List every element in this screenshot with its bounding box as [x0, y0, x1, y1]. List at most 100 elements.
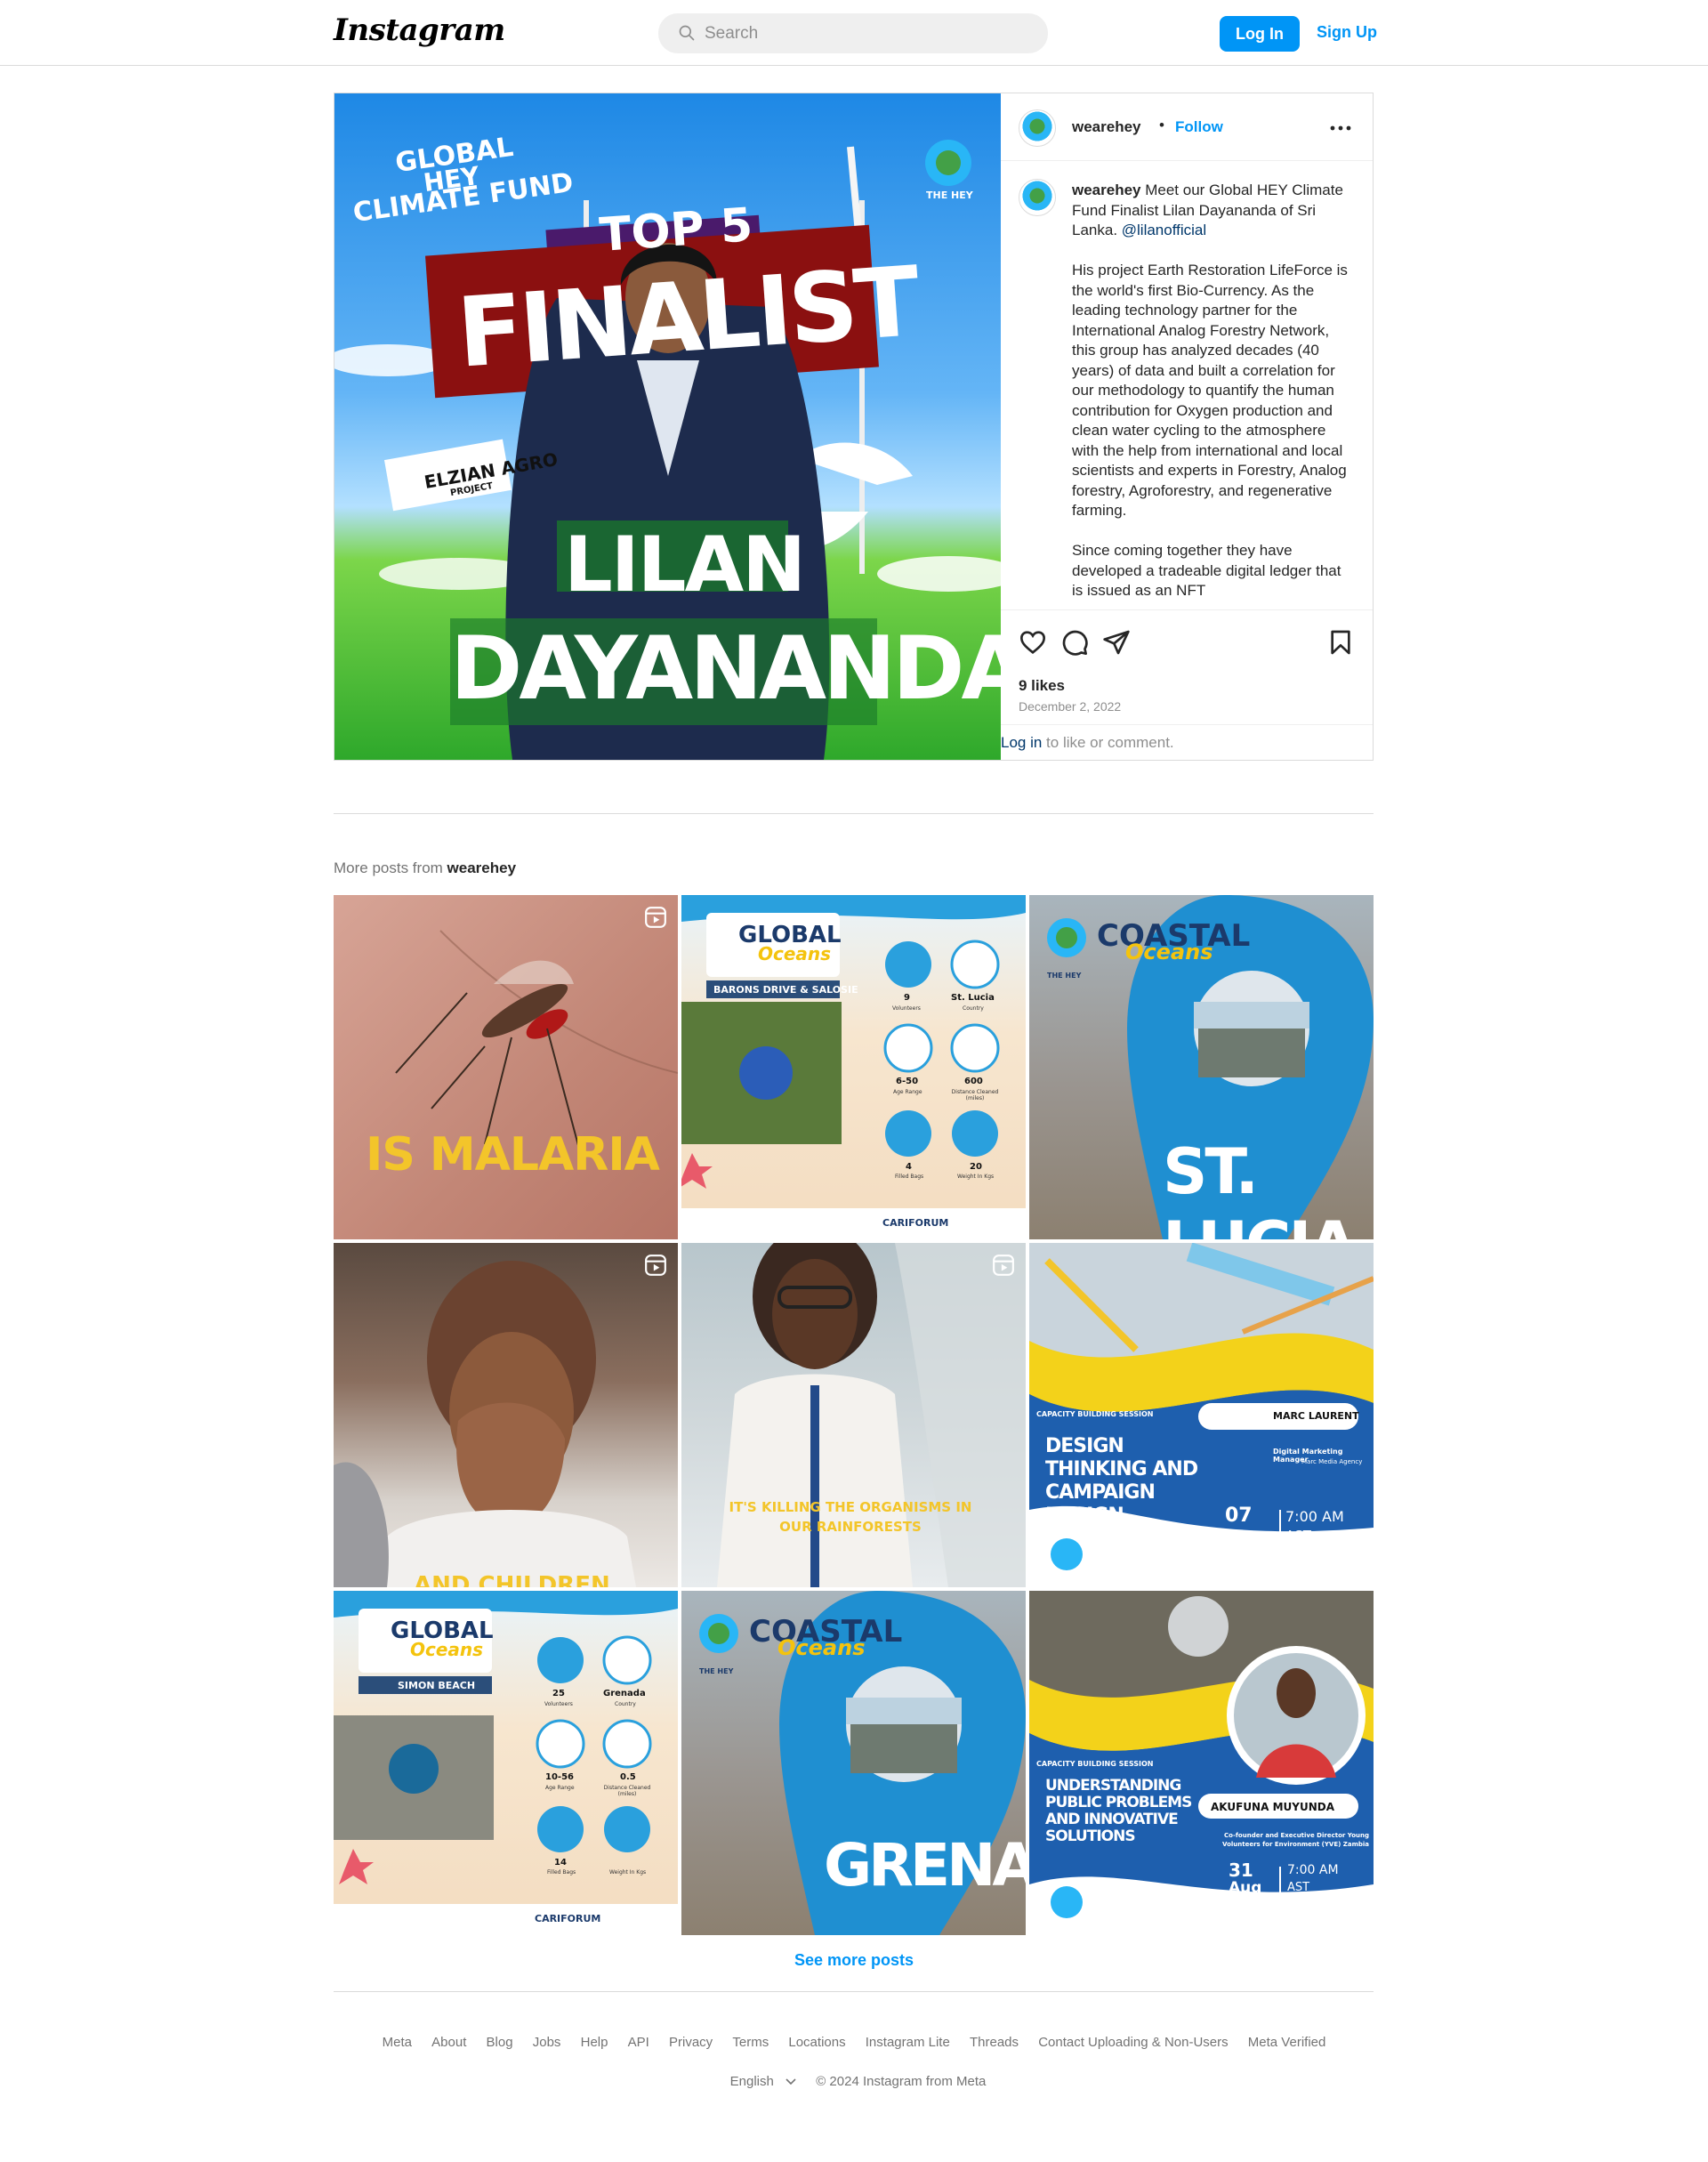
login-prompt-text: to like or comment. — [1042, 734, 1174, 751]
heart-icon[interactable] — [1019, 628, 1047, 657]
tile-place: GRENADA — [824, 1831, 1026, 1900]
more-posts-prefix: More posts from — [334, 859, 447, 876]
brand-label: THE HEY — [1047, 972, 1082, 980]
caption-section: wearehey Meet our Global HEY Climate Fun… — [1001, 161, 1373, 609]
footer-link[interactable]: Blog — [487, 2035, 513, 2050]
stat-label: Filled Bags — [547, 1869, 576, 1876]
session-title: UNDERSTANDING PUBLIC PROBLEMS AND INNOVA… — [1045, 1777, 1192, 1845]
speaker-name: AKUFUNA MUYUNDA — [1211, 1801, 1334, 1813]
tile-place: ST. LUCIA — [1163, 1135, 1358, 1239]
speaker-org: Marc Media Agency — [1301, 1458, 1363, 1465]
post-thumbnail[interactable]: GLOBAL Oceans SIMON BEACH 25 Volunteers … — [334, 1591, 678, 1935]
session-timezone: AST — [1285, 1528, 1311, 1544]
reel-icon — [993, 1254, 1014, 1276]
post-username[interactable]: wearehey — [1072, 118, 1141, 136]
search-icon — [679, 25, 695, 41]
more-posts-heading: More posts from wearehey — [334, 859, 516, 877]
post-sidebar: wearehey • Follow wearehey Meet our Glob… — [1001, 93, 1373, 760]
caption-avatar[interactable] — [1019, 179, 1056, 216]
footer-link[interactable]: Privacy — [669, 2035, 713, 2050]
post-card: GLOBAL HEY CLIMATE FUND TOP 5 FINALIST E… — [334, 93, 1374, 761]
stat-value: 25 — [552, 1689, 565, 1698]
speaker-role: Co-founder and Executive Director Young … — [1222, 1832, 1369, 1848]
sponsor-logo: CARIFORUM — [535, 1913, 601, 1924]
session-tag: CAPACITY BUILDING SESSION — [1036, 1760, 1154, 1768]
separator-dot: • — [1159, 117, 1164, 133]
post-thumbnail[interactable]: AND CHILDREN — [334, 1243, 678, 1587]
footer-link[interactable]: Terms — [732, 2035, 769, 2050]
footer-link[interactable]: Contact Uploading & Non-Users — [1038, 2035, 1228, 2050]
footer-link[interactable]: API — [628, 2035, 649, 2050]
top5-text: TOP 5 — [598, 198, 754, 262]
session-month: Sept — [1216, 1528, 1258, 1546]
search-input[interactable] — [705, 13, 1025, 53]
tile-caption: IT'S KILLING THE ORGANISMS IN OUR RAINFO… — [729, 1499, 972, 1535]
caption-text: wearehey Meet our Global HEY Climate Fun… — [1072, 181, 1348, 609]
follow-button[interactable]: Follow — [1175, 118, 1223, 136]
footer-link[interactable]: Threads — [970, 2035, 1019, 2050]
stat-value: Grenada — [603, 1689, 646, 1698]
language-select[interactable]: English — [722, 2074, 796, 2089]
login-button[interactable]: Log In — [1220, 16, 1300, 52]
stat-value: 4 — [906, 1162, 912, 1172]
footer-links: Meta About Blog Jobs Help API Privacy Te… — [0, 2035, 1708, 2050]
stat-value: St. Lucia — [951, 993, 995, 1003]
footer-link[interactable]: Instagram Lite — [866, 2035, 950, 2050]
post-image[interactable]: GLOBAL HEY CLIMATE FUND TOP 5 FINALIST E… — [334, 93, 1001, 760]
footer-link[interactable]: Jobs — [533, 2035, 561, 2050]
tile-caption: AND CHILDREN — [414, 1572, 610, 1587]
stat-value: 0.5 — [620, 1772, 636, 1782]
login-link[interactable]: Log in — [1001, 734, 1042, 751]
stat-value: 6-50 — [896, 1077, 919, 1086]
like-count[interactable]: 9 likes — [1019, 677, 1065, 695]
post-thumbnail[interactable]: GLOBAL Oceans BARONS DRIVE & SALOSIE 9 V… — [681, 895, 1026, 1239]
brand-label: THE HEY — [926, 190, 973, 201]
stat-label: Distance Cleaned (miles) — [951, 1089, 999, 1101]
post-thumbnail[interactable]: COASTAL Oceans THE HEY ST. LUCIA — [1029, 895, 1374, 1239]
brand-label: THE HEY — [699, 1667, 734, 1675]
footer-link[interactable]: Meta — [383, 2035, 412, 2050]
tile-caption: IS MALARIA — [366, 1128, 660, 1182]
share-icon[interactable] — [1102, 628, 1131, 657]
stat-label: Country — [615, 1701, 636, 1707]
see-more-posts-link[interactable]: See more posts — [0, 1951, 1708, 1970]
more-posts-username[interactable]: wearehey — [447, 859, 517, 876]
stat-value: 20 — [970, 1162, 982, 1172]
footer-link[interactable]: Locations — [788, 2035, 845, 2050]
post-thumbnail[interactable]: CAPACITY BUILDING SESSION AKUFUNA MUYUND… — [1029, 1591, 1374, 1935]
reel-icon — [645, 907, 666, 928]
stat-label: Weight In Kgs — [609, 1869, 647, 1876]
copyright: © 2024 Instagram from Meta — [816, 2074, 987, 2089]
post-thumbnail[interactable]: COASTAL Oceans THE HEY GRENADA — [681, 1591, 1026, 1935]
stat-label: Weight In Kgs — [957, 1174, 995, 1180]
stat-label: Age Range — [545, 1785, 575, 1791]
avatar[interactable] — [1019, 109, 1056, 147]
post-thumbnail[interactable]: IT'S KILLING THE ORGANISMS IN OUR RAINFO… — [681, 1243, 1026, 1587]
tile-subtitle: Oceans — [1125, 940, 1213, 964]
sponsor-logo: CARIFORUM — [882, 1217, 949, 1229]
stat-value: 14 — [554, 1858, 567, 1868]
stat-label: Country — [963, 1005, 984, 1012]
session-title: DESIGN THINKING AND CAMPAIGN DESIGN — [1045, 1435, 1198, 1527]
post-header: wearehey • Follow — [1001, 93, 1373, 161]
mention-link[interactable]: @lilanofficial — [1122, 222, 1206, 238]
footer-link[interactable]: Meta Verified — [1248, 2035, 1326, 2050]
post-date[interactable]: December 2, 2022 — [1019, 699, 1121, 714]
more-options-icon[interactable] — [1330, 125, 1351, 131]
instagram-logo[interactable]: Instagram — [334, 12, 505, 48]
post-thumbnail[interactable]: IS MALARIA — [334, 895, 678, 1239]
footer-link[interactable]: Help — [581, 2035, 608, 2050]
search-box[interactable] — [658, 13, 1048, 53]
comment-icon[interactable] — [1060, 628, 1089, 657]
stat-label: Age Range — [893, 1089, 922, 1095]
session-time: 7:00 AM — [1285, 1508, 1344, 1525]
footer-link[interactable]: About — [431, 2035, 466, 2050]
signup-link[interactable]: Sign Up — [1317, 23, 1377, 42]
stat-label: Distance Cleaned (miles) — [603, 1785, 651, 1797]
bookmark-icon[interactable] — [1326, 628, 1355, 657]
post-thumbnail[interactable]: CAPACITY BUILDING SESSION MARC LAURENT D… — [1029, 1243, 1374, 1587]
session-time: 7:00 AM — [1287, 1863, 1339, 1877]
caption-username[interactable]: wearehey — [1072, 182, 1141, 198]
finalist-first-name: LILAN — [564, 520, 806, 609]
tile-subtitle: Oceans — [758, 943, 832, 964]
